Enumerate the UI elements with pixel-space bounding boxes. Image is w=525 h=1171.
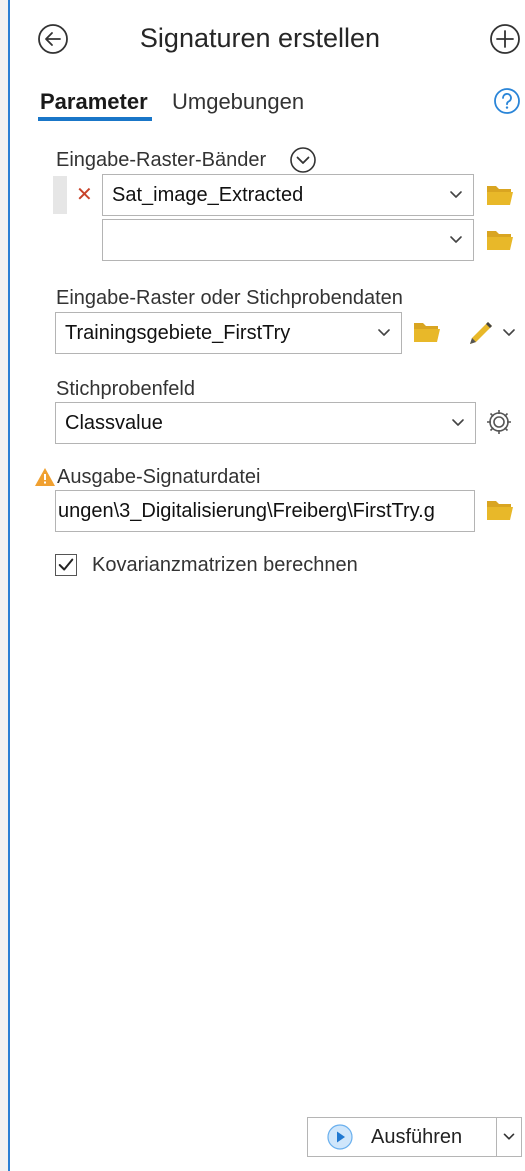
tab-parameter[interactable]: Parameter: [40, 84, 148, 120]
run-button[interactable]: Ausführen: [307, 1117, 497, 1157]
chevron-down-icon: [450, 191, 462, 198]
checkmark-icon: [58, 558, 74, 571]
remove-icon[interactable]: ✕: [76, 182, 98, 208]
folder-icon[interactable]: [412, 319, 442, 345]
folder-icon[interactable]: [485, 497, 515, 523]
sample-data-label: Eingabe-Raster oder Stichprobendaten: [56, 287, 403, 309]
help-icon[interactable]: [492, 86, 522, 116]
pencil-icon[interactable]: [464, 318, 520, 348]
tab-umgebungen[interactable]: Umgebungen: [172, 84, 304, 120]
raster-band-value-1: Sat_image_Extracted: [112, 183, 304, 206]
folder-icon[interactable]: [485, 182, 515, 208]
play-icon: [327, 1124, 353, 1150]
folder-icon[interactable]: [485, 227, 515, 253]
left-panel-edge: [0, 0, 8, 1171]
sample-data-value: Trainingsgebiete_FirstTry: [65, 321, 291, 344]
active-tab-indicator: [38, 117, 152, 121]
output-label: Ausgabe-Signaturdatei: [57, 466, 261, 488]
chevron-down-circle-icon[interactable]: [289, 146, 317, 174]
back-circle-icon[interactable]: [36, 22, 70, 56]
run-button-label: Ausführen: [371, 1125, 463, 1148]
sample-field-value: Classvalue: [65, 411, 163, 434]
output-path-input[interactable]: ungen\3_Digitalisierung\Freiberg\FirstTr…: [55, 490, 475, 532]
output-path-value: ungen\3_Digitalisierung\Freiberg\FirstTr…: [58, 499, 435, 522]
chevron-down-icon: [503, 329, 515, 336]
add-circle-icon[interactable]: [488, 22, 522, 56]
covariance-label: Kovarianzmatrizen berechnen: [92, 554, 358, 576]
gear-icon[interactable]: [483, 406, 515, 438]
panel-border: [8, 0, 10, 1171]
raster-bands-label: Eingabe-Raster-Bänder: [56, 149, 267, 171]
chevron-down-icon: [378, 329, 390, 336]
sample-data-dropdown[interactable]: Trainingsgebiete_FirstTry: [55, 312, 402, 354]
covariance-checkbox[interactable]: [55, 554, 77, 576]
warning-icon: [35, 468, 55, 486]
run-options-dropdown[interactable]: [496, 1117, 522, 1157]
chevron-down-icon: [452, 419, 464, 426]
raster-band-dropdown-2[interactable]: [102, 219, 474, 261]
chevron-down-icon: [450, 236, 462, 243]
raster-band-dropdown-1[interactable]: Sat_image_Extracted: [102, 174, 474, 216]
page-title: Signaturen erstellen: [139, 23, 381, 53]
chevron-down-icon: [503, 1133, 515, 1140]
sample-field-dropdown[interactable]: Classvalue: [55, 402, 476, 444]
sample-field-label: Stichprobenfeld: [56, 378, 195, 400]
drag-handle[interactable]: [53, 176, 67, 214]
